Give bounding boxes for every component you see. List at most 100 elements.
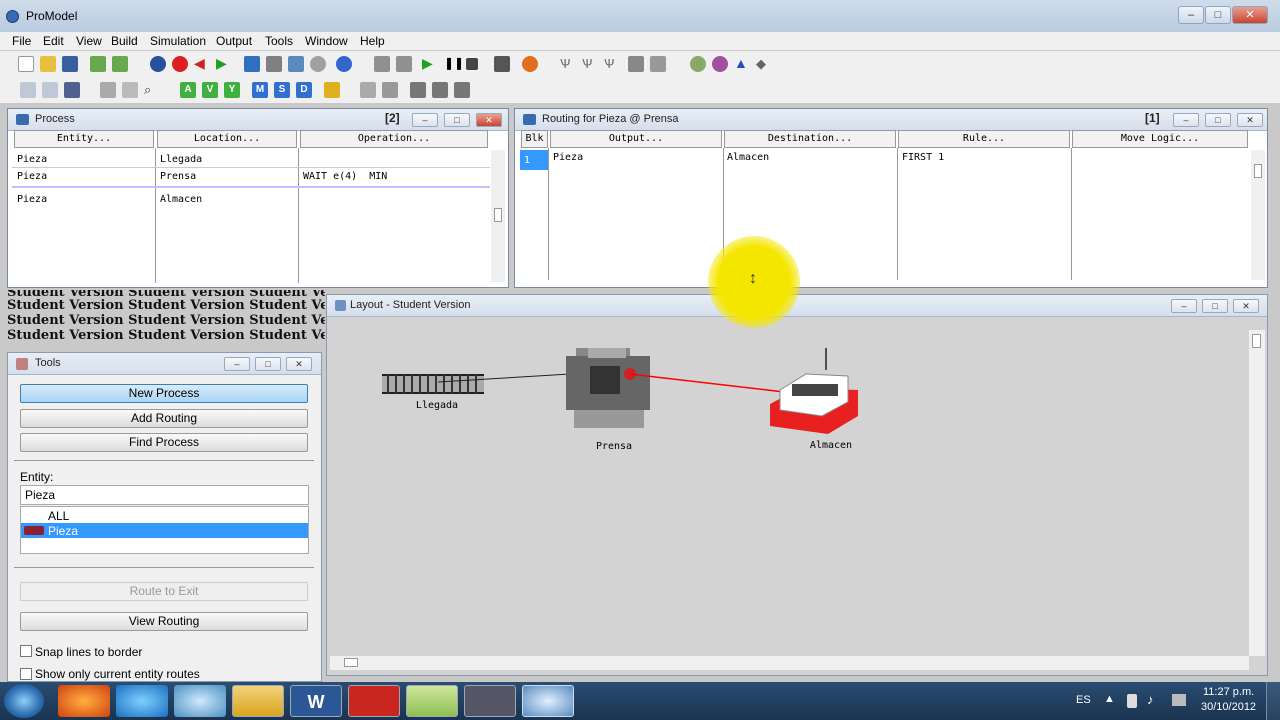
edit-table-icon[interactable]: [42, 82, 58, 98]
layout-canvas[interactable]: Llegada Prensa Almacen: [330, 318, 1248, 656]
a-icon[interactable]: A: [180, 82, 196, 98]
menu-view[interactable]: View: [76, 34, 102, 48]
s-icon[interactable]: S: [274, 82, 290, 98]
document-icon[interactable]: [324, 82, 340, 98]
text-icon[interactable]: [454, 82, 470, 98]
process-row-2-location[interactable]: Prensa: [160, 171, 196, 182]
menu-output[interactable]: Output: [216, 34, 252, 48]
col-rule-header[interactable]: Rule...: [898, 130, 1070, 148]
entity-field[interactable]: Pieza: [20, 485, 309, 505]
language-indicator[interactable]: ES: [1076, 694, 1091, 706]
open-folder-icon[interactable]: [40, 56, 56, 72]
network-icon[interactable]: [1172, 694, 1186, 706]
process-maximize-button[interactable]: □: [444, 113, 470, 127]
locations-icon[interactable]: [244, 56, 260, 72]
show-hidden-icons[interactable]: ▲: [1104, 693, 1115, 705]
routing-row-1-rule[interactable]: FIRST 1: [902, 152, 944, 163]
col-entity-header[interactable]: Entity...: [14, 130, 154, 148]
route-icon[interactable]: [360, 82, 376, 98]
entity-list-item-all[interactable]: ALL: [48, 509, 69, 523]
routing-row-1-destination[interactable]: Almacen: [727, 152, 769, 163]
menu-file[interactable]: File: [12, 34, 31, 48]
show-desktop-button[interactable]: [1266, 682, 1280, 720]
conveyor-icon[interactable]: [100, 82, 116, 98]
process-scroll-thumb[interactable]: [494, 208, 502, 222]
almacen-storage[interactable]: [770, 348, 858, 434]
tool-icon[interactable]: [464, 685, 516, 717]
triangle-icon[interactable]: ▲: [734, 56, 750, 72]
align-icon[interactable]: [410, 82, 426, 98]
layout-close-button[interactable]: ✕: [1233, 299, 1259, 313]
funnel2-icon[interactable]: Ѱ: [582, 56, 598, 72]
tool-b-icon[interactable]: [712, 56, 728, 72]
search-icon[interactable]: ⌕: [144, 82, 160, 98]
llegada-queue[interactable]: [382, 374, 484, 394]
align2-icon[interactable]: [432, 82, 448, 98]
routing-close-button[interactable]: ✕: [1237, 113, 1263, 127]
zoom-icon[interactable]: [396, 56, 412, 72]
v-icon[interactable]: V: [202, 82, 218, 98]
results-icon[interactable]: [522, 56, 538, 72]
view-icon[interactable]: [374, 56, 390, 72]
y-icon[interactable]: Y: [224, 82, 240, 98]
tools-maximize-button[interactable]: □: [255, 357, 281, 371]
find-process-button[interactable]: Find Process: [20, 433, 308, 452]
m-icon[interactable]: M: [252, 82, 268, 98]
film-icon[interactable]: [494, 56, 510, 72]
check-model-icon[interactable]: [150, 56, 166, 72]
view-routing-button[interactable]: View Routing: [20, 612, 308, 631]
col-move-logic-header[interactable]: Move Logic...: [1072, 130, 1248, 148]
people-icon[interactable]: [174, 685, 226, 717]
promodel-taskbar-icon[interactable]: [522, 685, 574, 717]
start-button[interactable]: [4, 684, 44, 718]
model-package-icon[interactable]: [112, 56, 128, 72]
layout-vertical-scrollbar[interactable]: [1249, 330, 1265, 656]
explorer-icon[interactable]: [232, 685, 284, 717]
col-operation-header[interactable]: Operation...: [300, 130, 488, 148]
funnel-icon[interactable]: Ѱ: [560, 56, 576, 72]
route-to-exit-button[interactable]: Route to Exit: [20, 582, 308, 601]
clock-date[interactable]: 30/10/2012: [1201, 701, 1256, 713]
tool-a-icon[interactable]: [690, 56, 706, 72]
path-networks-icon[interactable]: [288, 56, 304, 72]
routing-row-1-blk[interactable]: 1: [524, 155, 530, 166]
table-icon[interactable]: [382, 82, 398, 98]
col-destination-header[interactable]: Destination...: [724, 130, 896, 148]
pointer-icon[interactable]: ◆: [756, 56, 772, 72]
routing-row-1-output[interactable]: Pieza: [553, 152, 583, 163]
process-row-2-entity[interactable]: Pieza: [17, 171, 47, 182]
graph-icon[interactable]: [628, 56, 644, 72]
internet-explorer-icon[interactable]: [116, 685, 168, 717]
stop-square-icon[interactable]: [466, 58, 478, 70]
menu-simulation[interactable]: Simulation: [150, 34, 206, 48]
menu-build[interactable]: Build: [111, 34, 138, 48]
col-location-header[interactable]: Location...: [157, 130, 297, 148]
clock-time[interactable]: 11:27 p.m.: [1203, 686, 1254, 698]
col-output-header[interactable]: Output...: [550, 130, 722, 148]
prensa-machine[interactable]: [566, 348, 650, 428]
merge-icon[interactable]: [90, 56, 106, 72]
layout-minimize-button[interactable]: –: [1171, 299, 1197, 313]
stop-icon[interactable]: [172, 56, 188, 72]
firefox-icon[interactable]: [58, 685, 110, 717]
menu-window[interactable]: Window: [305, 34, 348, 48]
process-row-3-entity[interactable]: Pieza: [17, 194, 47, 205]
add-routing-button[interactable]: Add Routing: [20, 409, 308, 428]
layout-maximize-button[interactable]: □: [1202, 299, 1228, 313]
layout-horizontal-scrollbar[interactable]: [330, 656, 1249, 670]
volume-icon[interactable]: ♪: [1147, 692, 1154, 707]
process-row-3-location[interactable]: Almacen: [160, 194, 202, 205]
info-icon[interactable]: [336, 56, 352, 72]
routing-maximize-button[interactable]: □: [1205, 113, 1231, 127]
new-file-icon[interactable]: [18, 56, 34, 72]
process-close-button[interactable]: ✕: [476, 113, 502, 127]
layout-hscroll-thumb[interactable]: [344, 658, 358, 667]
new-process-button[interactable]: New Process: [20, 384, 308, 403]
show-only-checkbox[interactable]: [20, 668, 32, 680]
play-icon[interactable]: ▶: [422, 56, 438, 72]
routing-scroll-thumb[interactable]: [1254, 164, 1262, 178]
routing-minimize-button[interactable]: –: [1173, 113, 1199, 127]
layout-vscroll-thumb[interactable]: [1252, 334, 1261, 348]
minimize-button[interactable]: –: [1178, 6, 1204, 24]
process-row-2-operation[interactable]: WAIT e(4) MIN: [303, 171, 387, 182]
